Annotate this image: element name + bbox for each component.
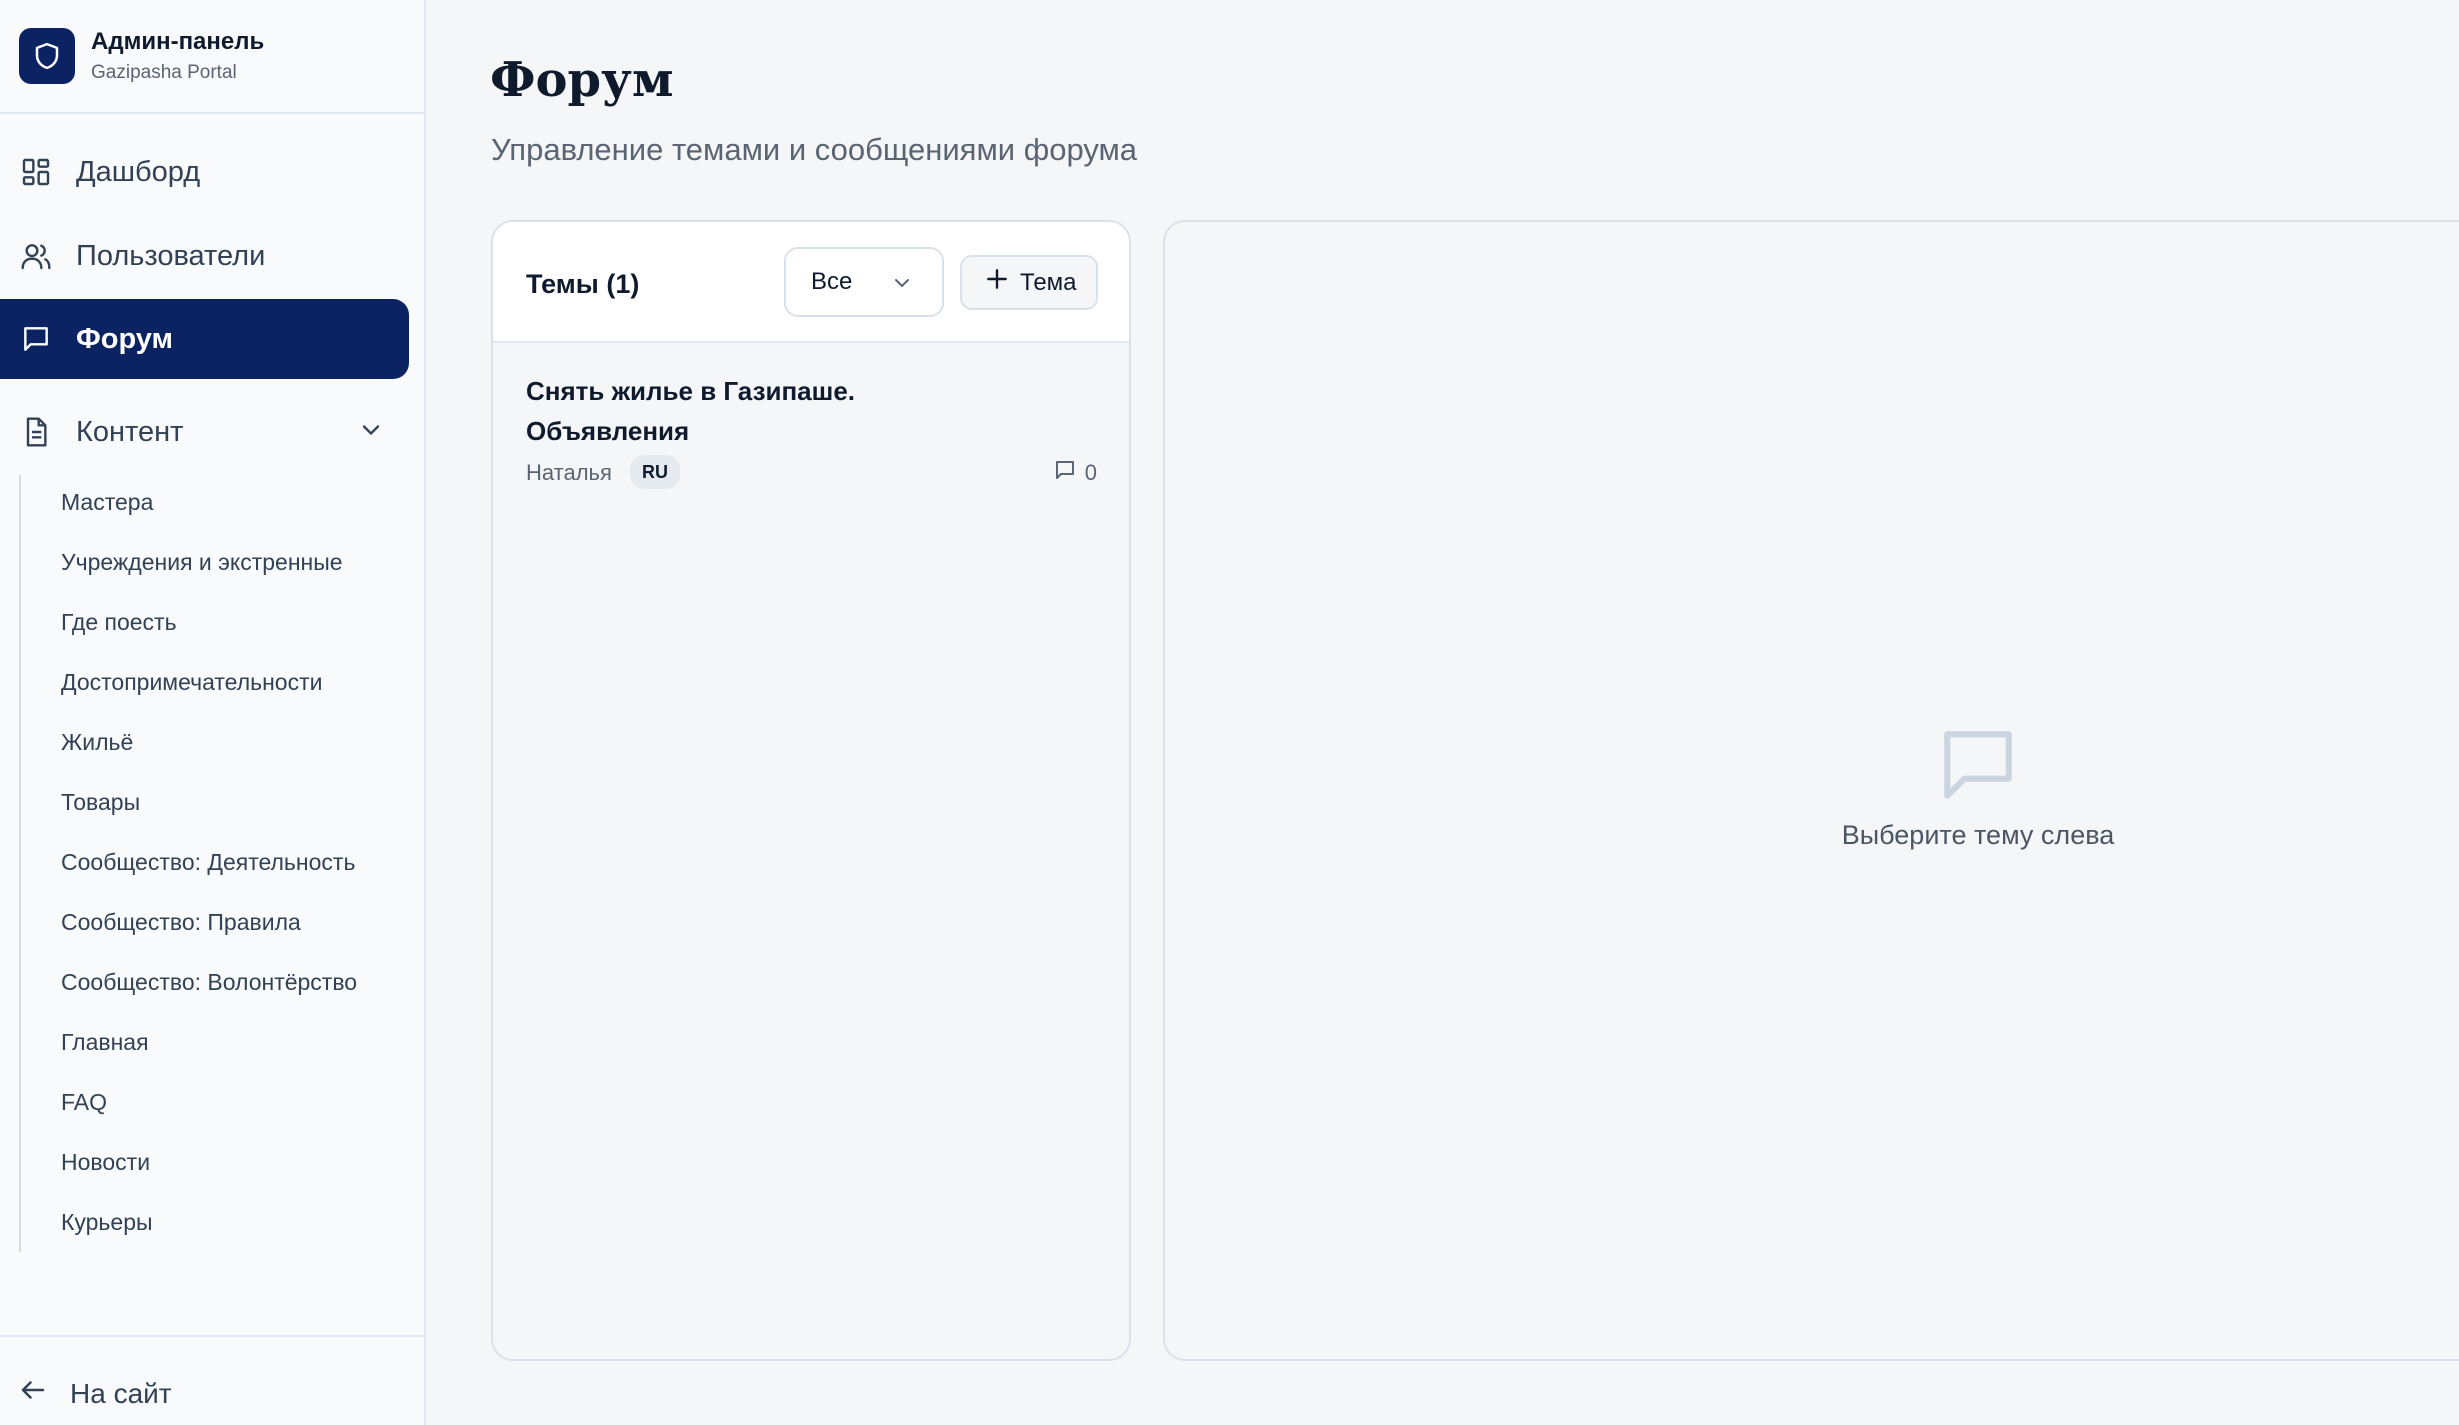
nav-item-forum[interactable]: Форум bbox=[0, 299, 409, 379]
page-title: Форум bbox=[490, 52, 674, 108]
topics-panel: Темы (1) Все Тема Снять жилье в Газипаше… bbox=[491, 220, 1131, 1361]
subnav-item[interactable]: Учреждения и экстренные bbox=[61, 549, 343, 576]
brand-subtitle: Gazipasha Portal bbox=[91, 62, 237, 83]
topics-header: Темы (1) Все Тема bbox=[493, 222, 1129, 343]
sidebar: Админ-панель Gazipasha Portal Дашборд По… bbox=[0, 0, 426, 1425]
topic-list-item[interactable]: Снять жилье в Газипаше. Объявления Натал… bbox=[493, 343, 1129, 493]
topic-author: Наталья bbox=[526, 460, 612, 485]
empty-state-text: Выберите тему слева bbox=[1841, 820, 2115, 850]
message-square-icon bbox=[1788, 724, 2168, 806]
topic-title: Снять жилье в Газипаше. Объявления bbox=[526, 376, 855, 446]
subnav-item[interactable]: Сообщество: Деятельность bbox=[61, 849, 355, 876]
subnav-item[interactable]: Курьеры bbox=[61, 1209, 153, 1236]
back-label: На сайт bbox=[70, 1377, 172, 1409]
users-icon bbox=[18, 238, 54, 274]
nav-item-content[interactable]: Контент bbox=[0, 392, 409, 472]
subnav-item[interactable]: Новости bbox=[61, 1149, 150, 1176]
shield-icon bbox=[19, 28, 75, 84]
subnav-item[interactable]: FAQ bbox=[61, 1089, 107, 1116]
add-topic-label: Тема bbox=[1020, 268, 1077, 296]
subnav-item[interactable]: Достопримечательности bbox=[61, 669, 322, 696]
file-text-icon bbox=[18, 414, 54, 450]
content-subnav: Мастера Учреждения и экстренные Где поес… bbox=[19, 475, 409, 1252]
subnav-item[interactable]: Мастера bbox=[61, 489, 153, 516]
filter-value: Все bbox=[811, 268, 853, 295]
brand-header: Админ-панель Gazipasha Portal bbox=[0, 0, 424, 114]
subnav-item[interactable]: Сообщество: Волонтёрство bbox=[61, 969, 357, 996]
language-badge: RU bbox=[630, 455, 680, 489]
chevron-down-icon[interactable] bbox=[357, 416, 385, 452]
brand-title: Админ-панель bbox=[91, 28, 265, 55]
admin-app: Админ-панель Gazipasha Portal Дашборд По… bbox=[0, 0, 2459, 1425]
chevron-down-icon bbox=[890, 271, 914, 302]
grid-icon bbox=[18, 154, 54, 190]
arrow-left-icon bbox=[18, 1375, 48, 1412]
sidebar-footer: На сайт bbox=[0, 1335, 424, 1425]
nav-label: Пользователи bbox=[76, 239, 266, 272]
subnav-item[interactable]: Товары bbox=[61, 789, 140, 816]
reply-count-value: 0 bbox=[1084, 460, 1097, 485]
empty-state: Выберите тему слева bbox=[1788, 724, 2168, 851]
subnav-item[interactable]: Где поесть bbox=[61, 609, 177, 636]
subnav-item[interactable]: Главная bbox=[61, 1029, 149, 1056]
nav-label: Форум bbox=[76, 322, 173, 355]
subnav-item[interactable]: Сообщество: Правила bbox=[61, 909, 301, 936]
back-to-site-link[interactable]: На сайт bbox=[18, 1375, 172, 1412]
plus-icon bbox=[984, 266, 1010, 299]
message-square-icon bbox=[18, 321, 54, 357]
message-square-icon bbox=[1053, 458, 1077, 488]
add-topic-button[interactable]: Тема bbox=[960, 255, 1098, 310]
nav-label: Контент bbox=[76, 415, 184, 448]
nav-label: Дашборд bbox=[76, 155, 201, 188]
subnav-item[interactable]: Жильё bbox=[61, 729, 133, 756]
topics-count: Темы (1) bbox=[526, 269, 640, 299]
topic-filter-select[interactable]: Все bbox=[784, 247, 944, 317]
reply-count: 0 bbox=[1053, 458, 1097, 488]
nav-item-dashboard[interactable]: Дашборд bbox=[0, 132, 409, 212]
page-subtitle: Управление темами и сообщениями форума bbox=[491, 132, 1138, 167]
nav-item-users[interactable]: Пользователи bbox=[0, 216, 409, 296]
